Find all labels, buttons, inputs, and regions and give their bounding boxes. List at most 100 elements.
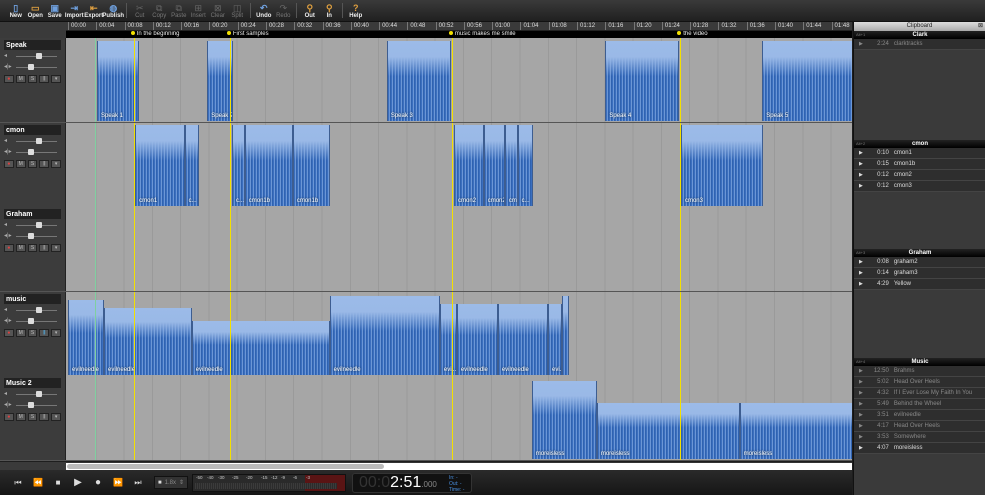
audio-clip[interactable]: moreisless	[531, 380, 597, 460]
play-icon[interactable]: ▶	[859, 150, 863, 156]
undo-button[interactable]: ↶ Undo	[254, 0, 274, 21]
slider-knob[interactable]	[28, 64, 34, 70]
play-icon[interactable]: ▶	[859, 379, 863, 385]
clipboard-item[interactable]: ▶ 4:29 Yellow	[854, 279, 985, 290]
audio-clip[interactable]: Speak 4	[605, 40, 679, 121]
help-button[interactable]: ? Help	[346, 0, 366, 21]
track-menu-button[interactable]: ▾	[51, 328, 61, 337]
speed-control[interactable]: ■ 1.8x ⇕	[154, 476, 188, 489]
slider-knob[interactable]	[36, 222, 43, 229]
audio-clip[interactable]: Speak 1	[96, 40, 139, 121]
record-arm-button[interactable]: ●	[4, 244, 14, 253]
playhead-line[interactable]	[94, 122, 96, 207]
effects-button[interactable]: ⫼	[39, 413, 50, 422]
clipboard-item[interactable]: ▶ 4:07 moreisless	[854, 443, 985, 454]
pan-slider[interactable]: ◂|▸	[4, 401, 61, 410]
track-lane[interactable]: Speak 1 Speak 2 Speak 3 Speak 4 Speak 5	[66, 38, 852, 122]
effects-button[interactable]: ⫼	[39, 75, 50, 83]
marker-bar[interactable]: In the beginning First samples music makes…	[66, 31, 852, 38]
record-arm-button[interactable]: ●	[4, 159, 14, 168]
play-icon[interactable]: ▶	[859, 281, 863, 287]
play-icon[interactable]: ▶	[859, 368, 863, 374]
record-arm-button[interactable]: ●	[4, 75, 14, 83]
effects-button[interactable]: ⫼	[39, 328, 50, 337]
track-lane[interactable]	[66, 207, 852, 292]
record-icon[interactable]: ●	[88, 477, 108, 488]
audio-clip[interactable]: cmon3	[680, 125, 763, 206]
fast-forward-icon[interactable]: ⏩	[108, 478, 128, 487]
pan-slider[interactable]: ◂|▸	[4, 148, 61, 157]
open-button[interactable]: ▭ Open	[26, 0, 46, 21]
clipboard-item[interactable]: ▶ 5:49 Behind the Wheel	[854, 399, 985, 410]
playhead-line[interactable]	[94, 291, 96, 376]
play-icon[interactable]: ▶	[859, 423, 863, 429]
marker[interactable]: In the beginning	[131, 31, 180, 38]
clipboard-item[interactable]: ▶ 0:14 graham3	[854, 268, 985, 279]
solo-button[interactable]: S	[27, 244, 38, 253]
stop-icon[interactable]: ■	[48, 478, 68, 487]
audio-clip[interactable]: cmon1b	[292, 125, 330, 206]
mute-button[interactable]: M	[15, 159, 26, 168]
clipboard-item[interactable]: ▶ 4:32 If I Ever Lose My Faith In You	[854, 388, 985, 399]
record-arm-button[interactable]: ●	[4, 413, 14, 422]
track-name[interactable]: Graham	[4, 209, 61, 220]
clear-button[interactable]: ⊠ Clear	[208, 0, 228, 21]
track-lane[interactable]: evilneedle evilneedle evilneedle evilneedle…	[66, 291, 852, 376]
track-name[interactable]: music	[4, 293, 61, 304]
audio-clip[interactable]: evi...	[548, 304, 563, 375]
audio-clip[interactable]: cmon1	[135, 125, 185, 206]
audio-clip[interactable]: evilneedle	[191, 320, 330, 375]
track-name[interactable]: Speak	[4, 40, 61, 50]
play-icon[interactable]: ▶	[859, 172, 863, 178]
cut-button[interactable]: ✂ Cut	[130, 0, 150, 21]
go-to-end-icon[interactable]: ⏭	[128, 478, 148, 488]
audio-clip[interactable]: c...	[232, 125, 245, 206]
mute-button[interactable]: M	[15, 328, 26, 337]
horizontal-scrollbar[interactable]	[66, 462, 852, 470]
play-icon[interactable]: ▶	[859, 445, 863, 451]
mute-button[interactable]: M	[15, 413, 26, 422]
clipboard-item[interactable]: ▶ 5:02 Head Over Heels	[854, 377, 985, 388]
audio-clip[interactable]: cmon2	[454, 125, 484, 206]
volume-slider[interactable]: ◂	[4, 306, 61, 315]
clipboard-item[interactable]: ▶ 0:12 cmon3	[854, 181, 985, 192]
pan-slider[interactable]: ◂|▸	[4, 232, 61, 241]
volume-slider[interactable]: ◂	[4, 390, 61, 399]
audio-clip[interactable]: Speak 5	[762, 40, 852, 121]
effects-button[interactable]: ⫼	[39, 244, 50, 253]
track-name[interactable]: cmon	[4, 124, 61, 135]
clipboard-item[interactable]: ▶ 0:12 cmon2	[854, 170, 985, 181]
slider-knob[interactable]	[36, 53, 43, 59]
stepper-icon[interactable]: ⇕	[179, 479, 184, 486]
solo-button[interactable]: S	[27, 75, 38, 83]
play-icon[interactable]: ▶	[859, 270, 863, 276]
import-button[interactable]: ⇥ Import	[65, 0, 85, 21]
audio-clip[interactable]: c...	[184, 125, 199, 206]
track-lane[interactable]: cmon1c...c...cmon1bcmon1bcmon2cmon2cm...…	[66, 122, 852, 207]
solo-button[interactable]: S	[27, 413, 38, 422]
play-icon[interactable]: ▶	[859, 259, 863, 265]
slider-knob[interactable]	[28, 233, 34, 240]
go-to-start-icon[interactable]: ⏮	[8, 478, 28, 488]
marker[interactable]: First samples	[227, 31, 269, 38]
audio-clip[interactable]: evil...	[439, 304, 457, 375]
publish-button[interactable]: ◍ Publish	[102, 0, 124, 21]
playhead-line[interactable]	[94, 38, 96, 122]
slider-knob[interactable]	[36, 391, 43, 398]
out-button[interactable]: ⚲ Out	[300, 0, 320, 21]
save-button[interactable]: ▣ Save	[45, 0, 65, 21]
export-button[interactable]: ⇤ Export	[84, 0, 104, 21]
playhead-line[interactable]	[94, 376, 96, 461]
audio-clip[interactable]: moreisless	[739, 402, 852, 460]
audio-clip[interactable]: c...	[517, 125, 534, 206]
play-icon[interactable]: ▶	[859, 183, 863, 189]
clipboard-item[interactable]: ▶ 3:53 Somewhere	[854, 432, 985, 443]
scrollbar-thumb[interactable]	[67, 464, 384, 469]
record-arm-button[interactable]: ●	[4, 328, 14, 337]
playhead-line[interactable]	[94, 207, 96, 292]
clipboard-item[interactable]: ▶ 0:10 cmon1	[854, 148, 985, 159]
slider-knob[interactable]	[28, 317, 34, 324]
audio-clip[interactable]: cm...	[504, 125, 518, 206]
play-icon[interactable]: ▶	[859, 401, 863, 407]
mute-button[interactable]: M	[15, 244, 26, 253]
